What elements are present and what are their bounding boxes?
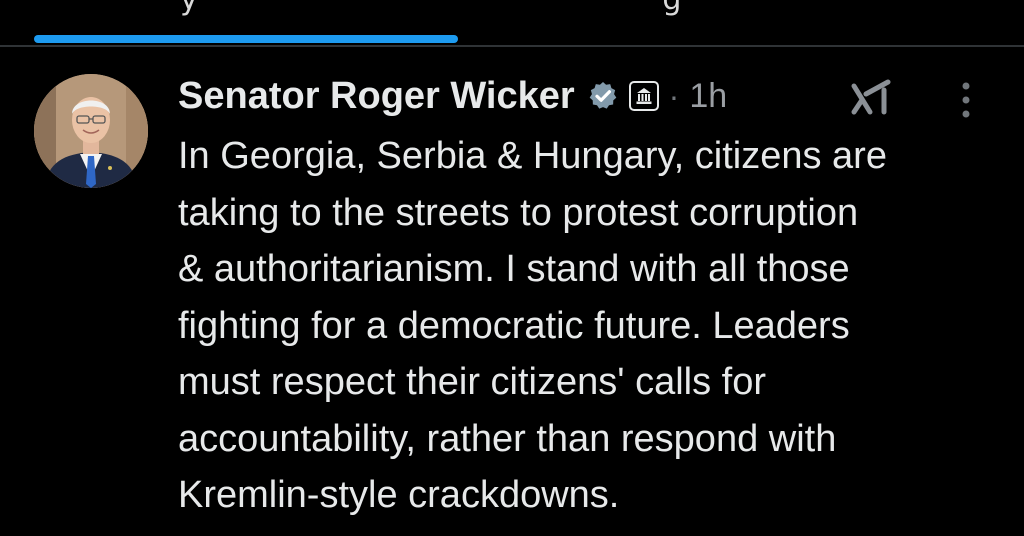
- post-text: In Georgia, Serbia & Hungary, citizens a…: [178, 135, 887, 516]
- divider: [0, 45, 1024, 47]
- more-options-icon[interactable]: [954, 80, 978, 120]
- government-building-icon[interactable]: [628, 81, 659, 111]
- grok-icon[interactable]: [848, 78, 898, 118]
- verified-badge-icon[interactable]: [587, 80, 619, 112]
- author-display-name[interactable]: Senator Roger Wicker: [178, 75, 575, 118]
- post-header: Senator Roger Wicker · 1h: [178, 70, 727, 122]
- post-timestamp[interactable]: 1h: [689, 77, 727, 116]
- clipped-text-fragment: y g: [180, 0, 682, 17]
- avatar[interactable]: [34, 74, 148, 188]
- separator-dot: ·: [668, 77, 680, 114]
- active-tab-indicator: [34, 35, 458, 43]
